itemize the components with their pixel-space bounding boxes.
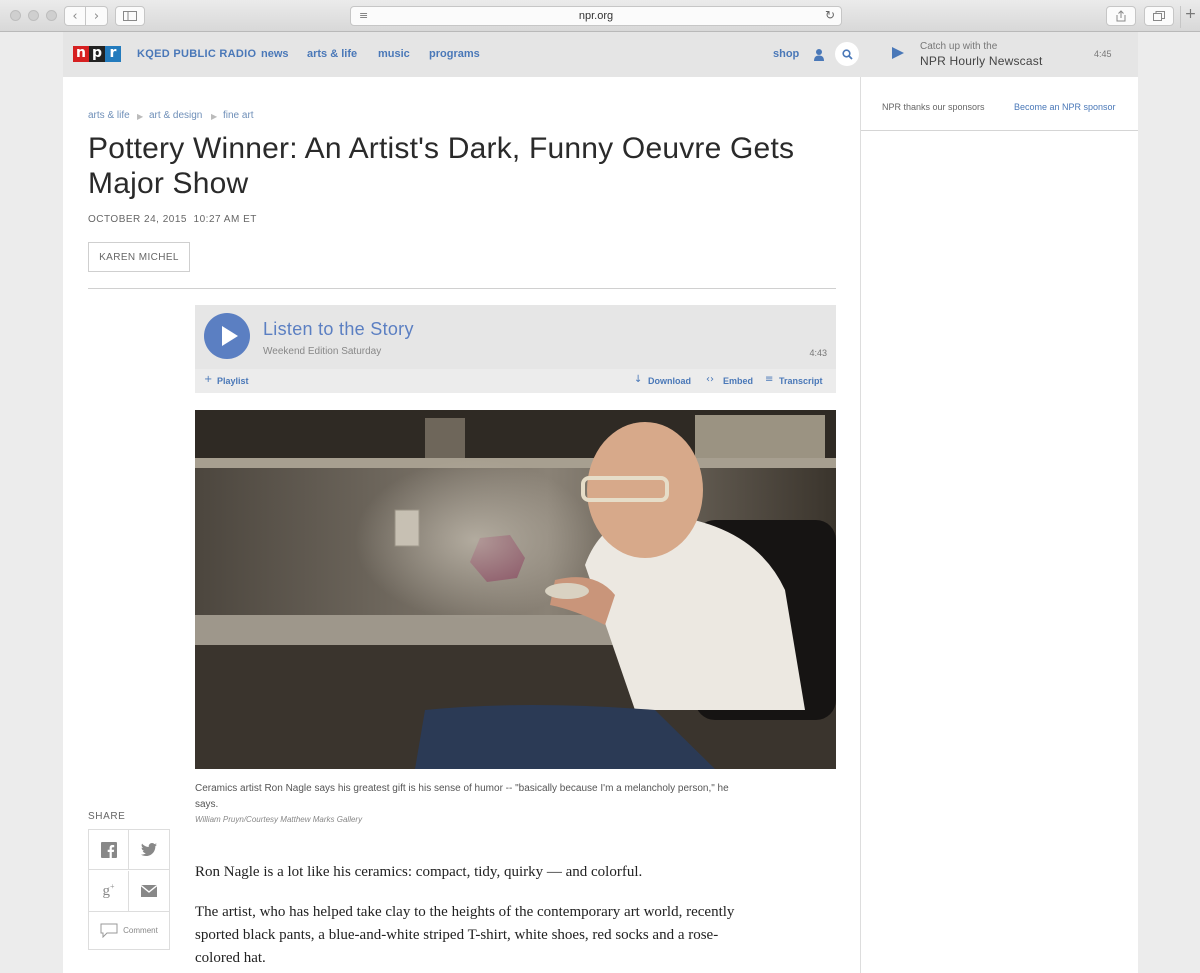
email-share-button[interactable] [129, 871, 169, 911]
share-page-button[interactable] [1106, 6, 1136, 26]
new-tab-button[interactable]: + [1180, 6, 1200, 28]
tabs-icon [1153, 11, 1165, 21]
photo-credit: William Pruyn/Courtesy Matthew Marks Gal… [195, 815, 363, 824]
nav-news[interactable]: news [261, 48, 289, 60]
sponsor-bar: NPR thanks our sponsors Become an NPR sp… [861, 77, 1138, 131]
twitter-share-button[interactable] [129, 830, 169, 870]
audio-player: Listen to the Story Weekend Edition Satu… [195, 305, 836, 393]
sidebar-icon [123, 11, 137, 21]
embed-icon: ‹› [706, 374, 714, 385]
zoom-window-button[interactable] [46, 10, 57, 21]
newscast-kicker: Catch up with the [920, 41, 998, 52]
tabs-overview-button[interactable] [1144, 6, 1174, 26]
search-button[interactable] [835, 42, 859, 66]
breadcrumb-arts-life[interactable]: arts & life [88, 110, 130, 121]
chevron-left-icon: ‹ [72, 8, 78, 24]
article-paragraph: Ron Nagle is a lot like his ceramics: co… [195, 864, 643, 880]
article-dateline: OCTOBER 24, 2015 10:27 AM ET [88, 214, 257, 225]
facebook-icon [100, 841, 117, 858]
plus-icon: + [1184, 6, 1197, 22]
site-navigation: n p r KQED PUBLIC RADIO news arts & life… [63, 32, 1138, 77]
share-icon [1116, 10, 1126, 22]
googleplus-share-button[interactable]: g+ [89, 871, 129, 911]
history-buttons: ‹ › [64, 6, 108, 26]
player-header: Listen to the Story Weekend Edition Satu… [195, 305, 836, 369]
author-byline[interactable]: KAREN MICHEL [88, 242, 190, 272]
nav-music[interactable]: music [378, 48, 410, 60]
story-duration: 4:43 [809, 348, 827, 358]
sponsor-thanks-text: NPR thanks our sponsors [882, 102, 985, 112]
minimize-window-button[interactable] [28, 10, 39, 21]
window-controls [10, 10, 57, 21]
play-story-button[interactable] [204, 313, 250, 359]
address-bar[interactable]: ≡ npr.org ↻ [350, 6, 842, 26]
browser-toolbar: ‹ › ≡ npr.org ↻ + [0, 0, 1200, 32]
google-plus-icon: g+ [102, 882, 115, 899]
photo-illustration [195, 410, 836, 769]
nav-programs[interactable]: programs [429, 48, 480, 60]
share-label: SHARE [88, 811, 126, 822]
comment-label: Comment [123, 926, 158, 935]
play-icon [222, 326, 238, 346]
twitter-icon [141, 843, 157, 856]
newscast-title[interactable]: NPR Hourly Newscast [920, 54, 1043, 68]
transcript-icon: ≡ [765, 374, 774, 385]
article-headline: Pottery Winner: An Artist's Dark, Funny … [88, 132, 795, 200]
web-page: n p r KQED PUBLIC RADIO news arts & life… [63, 32, 1138, 973]
facebook-share-button[interactable] [89, 830, 129, 870]
back-button[interactable]: ‹ [64, 6, 86, 26]
embed-button[interactable]: Embed [723, 376, 753, 386]
user-icon[interactable] [813, 48, 825, 62]
newscast-duration: 4:45 [1094, 49, 1112, 59]
forward-button[interactable]: › [86, 6, 108, 26]
listen-title[interactable]: Listen to the Story [263, 319, 414, 340]
sidebar-toggle-button[interactable] [115, 6, 145, 26]
download-button[interactable]: Download [648, 376, 691, 386]
chevron-right-icon: › [93, 8, 100, 24]
breadcrumb-fine-art[interactable]: fine art [223, 110, 254, 121]
shop-link[interactable]: shop [773, 48, 799, 60]
search-icon [841, 48, 853, 60]
plus-icon: + [204, 374, 213, 385]
reload-icon[interactable]: ↻ [825, 8, 835, 22]
close-window-button[interactable] [10, 10, 21, 21]
program-name: Weekend Edition Saturday [263, 346, 382, 357]
article-paragraph: The artist, who has helped take clay to … [195, 904, 735, 966]
newscast-play-icon[interactable] [892, 47, 904, 59]
logo-letter-n: n [73, 46, 89, 62]
download-icon: ↓ [634, 374, 643, 385]
playlist-button[interactable]: Playlist [217, 376, 249, 386]
url-text: npr.org [578, 10, 614, 22]
article-time: 10:27 AM ET [193, 214, 257, 225]
comment-icon [100, 923, 118, 938]
npr-logo[interactable]: n p r [73, 46, 121, 62]
email-icon [141, 885, 157, 897]
photo-caption: Ceramics artist Ron Nagle says his great… [195, 783, 729, 810]
breadcrumb-separator-icon: ▶ [137, 112, 144, 121]
share-tools: g+ Comment [88, 829, 170, 950]
divider [88, 288, 836, 289]
article-photo[interactable] [195, 410, 836, 769]
sidebar: NPR thanks our sponsors Become an NPR sp… [860, 77, 1138, 973]
station-link[interactable]: KQED PUBLIC RADIO [137, 48, 256, 60]
nav-arts-life[interactable]: arts & life [307, 48, 357, 60]
article-date: OCTOBER 24, 2015 [88, 214, 187, 225]
become-sponsor-link[interactable]: Become an NPR sponsor [1014, 102, 1116, 112]
transcript-button[interactable]: Transcript [779, 376, 823, 386]
breadcrumb-separator-icon: ▶ [211, 112, 218, 121]
breadcrumb-art-design[interactable]: art & design [149, 110, 202, 121]
logo-letter-r: r [105, 46, 121, 62]
comment-button[interactable]: Comment [89, 911, 169, 949]
logo-letter-p: p [89, 46, 105, 62]
